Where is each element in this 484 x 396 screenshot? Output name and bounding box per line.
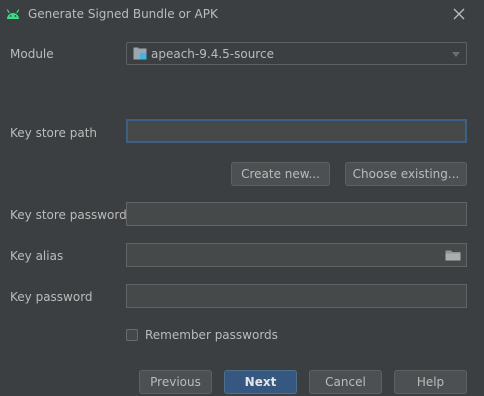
keystore-password-label: Key store password xyxy=(10,208,127,222)
key-alias-label: Key alias xyxy=(10,249,64,263)
window-title: Generate Signed Bundle or APK xyxy=(28,7,218,21)
keystore-path-label: Key store path xyxy=(10,126,98,140)
keystore-password-field-wrapper xyxy=(126,202,467,226)
choose-existing-button[interactable]: Choose existing... xyxy=(345,162,467,186)
module-dropdown[interactable]: apeach-9.4.5-source xyxy=(126,42,467,65)
keystore-path-input[interactable] xyxy=(128,121,465,141)
dialog-window: Generate Signed Bundle or APK Module ape… xyxy=(0,0,484,396)
help-button[interactable]: Help xyxy=(394,370,467,394)
key-alias-input[interactable] xyxy=(127,244,466,266)
previous-button[interactable]: Previous xyxy=(139,370,212,394)
key-alias-field-wrapper xyxy=(126,243,467,267)
title-bar: Generate Signed Bundle or APK xyxy=(0,0,484,30)
key-password-field-wrapper xyxy=(126,284,467,308)
module-label: Module xyxy=(10,47,54,61)
close-button[interactable] xyxy=(449,4,469,24)
folder-icon[interactable] xyxy=(445,249,461,261)
remember-passwords-label: Remember passwords xyxy=(145,328,278,342)
remember-passwords-row[interactable]: Remember passwords xyxy=(126,327,278,343)
keystore-path-field-wrapper xyxy=(126,119,467,143)
key-password-label: Key password xyxy=(10,290,93,304)
module-folder-icon xyxy=(133,47,147,60)
android-icon xyxy=(6,9,20,19)
cancel-button[interactable]: Cancel xyxy=(309,370,382,394)
create-new-button[interactable]: Create new... xyxy=(231,162,330,186)
remember-passwords-checkbox[interactable] xyxy=(126,329,138,341)
chevron-down-icon xyxy=(452,52,460,57)
module-value: apeach-9.4.5-source xyxy=(151,47,274,61)
key-password-input[interactable] xyxy=(127,285,466,307)
close-icon xyxy=(453,8,465,20)
next-button[interactable]: Next xyxy=(224,370,297,394)
keystore-password-input[interactable] xyxy=(127,203,466,225)
